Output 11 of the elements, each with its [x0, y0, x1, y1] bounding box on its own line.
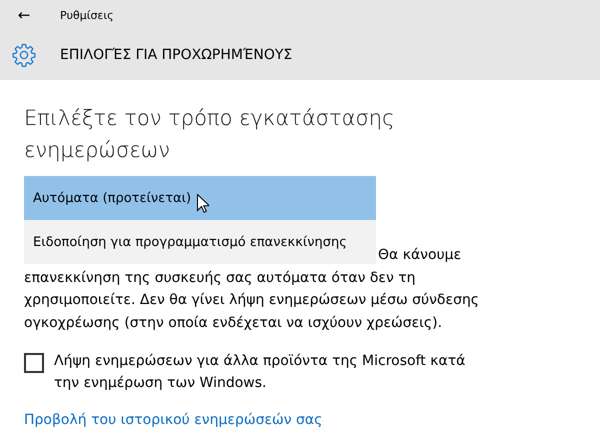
- cursor-icon: [197, 194, 210, 212]
- update-history-link[interactable]: Προβολή του ιστορικού ενημερώσεών σας: [24, 412, 322, 428]
- back-button[interactable]: ←: [4, 6, 44, 24]
- section-heading: Επιλέξτε τον τρόπο εγκατάστασης ενημερώσεων: [24, 105, 396, 164]
- dropdown-option[interactable]: Αυτόματα (προτείνεται): [24, 176, 376, 220]
- window-title: Ρυθμίσεις: [60, 8, 114, 22]
- page-title: ΕΠΙΛΟΓΈΣ ΓΙΑ ΠΡΟΧΩΡΗΜΈΝΟΥΣ: [60, 47, 292, 63]
- checkbox[interactable]: [24, 353, 44, 373]
- dropdown-option[interactable]: Ειδοποίηση για προγραμματισμό επανεκκίνησης: [24, 220, 376, 264]
- checkbox-label: Λήψη ενημερώσεων για άλλα προϊόντα της Microsoft κατά την ενημέρωση των Windows.: [54, 352, 466, 393]
- settings-icon: [12, 43, 36, 67]
